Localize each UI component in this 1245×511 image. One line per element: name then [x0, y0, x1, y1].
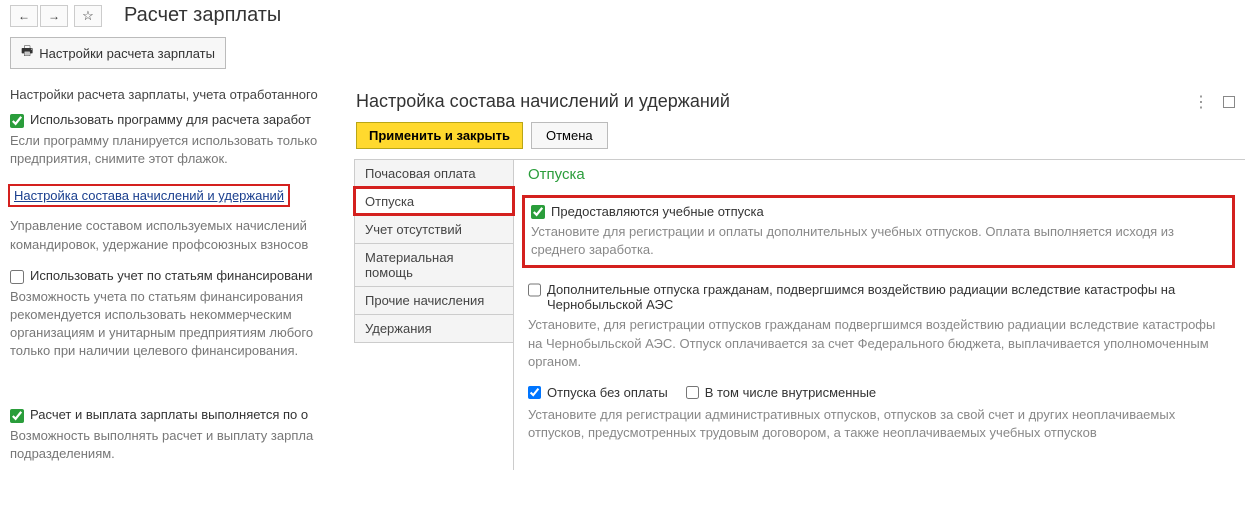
- more-menu-icon[interactable]: ⋮: [1193, 92, 1209, 112]
- study-vacation-desc: Установите для регистрации и оплаты допо…: [531, 223, 1226, 259]
- config-link-desc: Управление составом используемых начисле…: [10, 217, 335, 253]
- tab-hourly[interactable]: Почасовая оплата: [354, 159, 514, 187]
- intrashift-label: В том числе внутрисменные: [705, 385, 876, 400]
- study-vacation-label: Предоставляются учебные отпуска: [551, 204, 764, 219]
- unpaid-desc: Установите для регистрации административ…: [528, 406, 1231, 442]
- intrashift-checkbox[interactable]: [686, 386, 699, 399]
- print-icon: [21, 42, 33, 64]
- intrashift-option: В том числе внутрисменные: [686, 385, 876, 400]
- chernobyl-checkbox[interactable]: [528, 283, 541, 297]
- favorite-button[interactable]: ☆: [74, 5, 102, 27]
- tab-deductions[interactable]: Удержания: [354, 314, 514, 343]
- payroll-by-label: Расчет и выплата зарплаты выполняется по…: [30, 407, 308, 422]
- content-pane: Отпуска Предоставляются учебные отпуска …: [513, 159, 1245, 470]
- salary-settings-label: Настройки расчета зарплаты: [39, 46, 215, 61]
- apply-close-button[interactable]: Применить и закрыть: [356, 122, 523, 149]
- cancel-button[interactable]: Отмена: [531, 122, 608, 149]
- window-mode-icon[interactable]: [1223, 96, 1235, 108]
- payroll-by-checkbox[interactable]: [10, 409, 24, 423]
- study-vacation-checkbox[interactable]: [531, 205, 545, 219]
- nav-back-button[interactable]: ←: [10, 5, 38, 27]
- by-financing-desc: Возможность учета по статьям финансирова…: [10, 288, 335, 361]
- tab-vacations[interactable]: Отпуска: [354, 187, 514, 215]
- config-dialog: Настройка состава начислений и удержаний…: [346, 85, 1245, 511]
- page-title: Расчет зарплаты: [124, 4, 281, 27]
- use-program-desc: Если программу планируется использовать …: [10, 132, 335, 168]
- tab-other[interactable]: Прочие начисления: [354, 286, 514, 314]
- by-financing-label: Использовать учет по статьям финансирова…: [30, 268, 313, 283]
- unpaid-group: Отпуска без оплаты В том числе внутрисме…: [528, 385, 1231, 442]
- tab-material[interactable]: Материальная помощь: [354, 243, 514, 286]
- intro-text: Настройки расчета зарплаты, учета отрабо…: [10, 87, 335, 102]
- chernobyl-group: Дополнительные отпуска гражданам, подвер…: [528, 282, 1231, 371]
- nav-forward-button[interactable]: →: [40, 5, 68, 27]
- study-vacation-group: Предоставляются учебные отпуска Установи…: [522, 195, 1235, 268]
- dialog-title: Настройка состава начислений и удержаний: [356, 91, 730, 112]
- chernobyl-desc: Установите, для регистрации отпусков гра…: [528, 316, 1231, 371]
- by-financing-checkbox[interactable]: [10, 270, 24, 284]
- unpaid-option: Отпуска без оплаты: [528, 385, 668, 400]
- chernobyl-label: Дополнительные отпуска гражданам, подвер…: [547, 282, 1231, 312]
- config-composition-link[interactable]: Настройка состава начислений и удержаний: [14, 188, 284, 203]
- payroll-by-desc: Возможность выполнять расчет и выплату з…: [10, 427, 335, 463]
- section-title: Отпуска: [528, 166, 1231, 183]
- tab-absence[interactable]: Учет отсутствий: [354, 215, 514, 243]
- unpaid-label: Отпуска без оплаты: [547, 385, 668, 400]
- vertical-tabs: Почасовая оплата Отпуска Учет отсутствий…: [354, 159, 514, 470]
- use-program-checkbox[interactable]: [10, 114, 24, 128]
- unpaid-checkbox[interactable]: [528, 386, 541, 399]
- config-link-highlight: Настройка состава начислений и удержаний: [8, 184, 290, 207]
- salary-settings-button[interactable]: Настройки расчета зарплаты: [10, 37, 226, 69]
- use-program-label: Использовать программу для расчета зараб…: [30, 112, 311, 127]
